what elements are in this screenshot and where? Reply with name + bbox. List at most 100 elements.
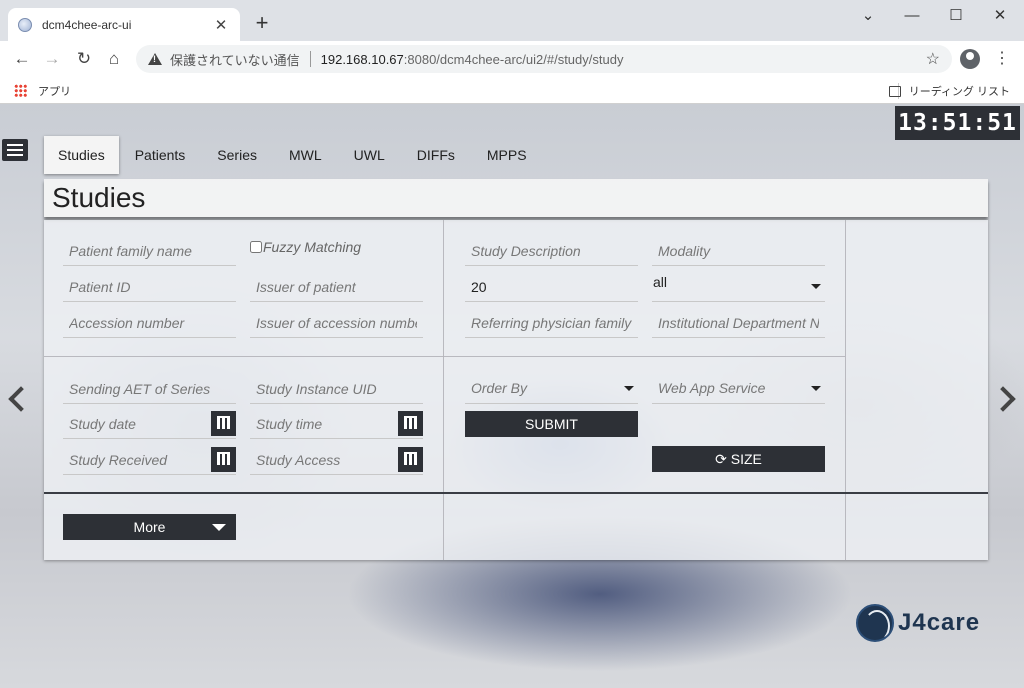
more-button[interactable]: More xyxy=(63,514,236,540)
hamburger-menu-icon[interactable] xyxy=(2,139,28,161)
chevron-down-icon xyxy=(212,524,226,531)
patient-id-input[interactable] xyxy=(63,272,236,301)
web-app-service-select[interactable]: Web App Service xyxy=(652,374,825,404)
accession-number-input[interactable] xyxy=(63,308,236,337)
filter-panel: Fuzzy Matching all xyxy=(44,220,988,560)
study-instance-uid-field xyxy=(250,374,423,404)
url-path: :8080/dcm4chee-arc/ui2/#/study/study xyxy=(403,51,624,67)
bookmarks-bar: アプリ リーディング リスト xyxy=(0,77,1024,104)
calendar-icon[interactable] xyxy=(398,447,423,472)
tab-mpps[interactable]: MPPS xyxy=(471,136,543,174)
study-access-field xyxy=(250,445,423,475)
chevron-down-icon xyxy=(811,284,821,289)
divider xyxy=(44,492,988,494)
tab-diffs[interactable]: DIFFs xyxy=(401,136,471,174)
new-tab-button[interactable]: + xyxy=(252,12,272,34)
patient-family-name-field xyxy=(63,236,236,266)
bookmark-star-icon[interactable]: ☆ xyxy=(926,49,940,69)
study-received-field xyxy=(63,445,236,475)
fuzzy-matching[interactable]: Fuzzy Matching xyxy=(250,239,361,255)
issuer-of-accession-input[interactable] xyxy=(250,308,423,337)
issuer-of-accession-field xyxy=(250,308,423,338)
tab-title: dcm4chee-arc-ui xyxy=(42,17,132,32)
issuer-of-patient-input[interactable] xyxy=(250,272,423,301)
security-label: 保護されていない通信 xyxy=(170,52,300,68)
close-window-button[interactable]: ✕ xyxy=(980,4,1020,28)
reload-icon[interactable]: ↻ xyxy=(72,47,96,71)
order-by-select[interactable]: Order By xyxy=(465,374,638,404)
patient-family-name-input[interactable] xyxy=(63,236,236,265)
limit-input[interactable] xyxy=(465,272,638,301)
app-page: 13:51:51 Studies Patients Series MWL UWL… xyxy=(0,104,1024,688)
forward-arrow-icon[interactable]: → xyxy=(40,47,64,71)
browser-tab[interactable]: dcm4chee-arc-ui ✕ xyxy=(8,8,240,41)
all-select[interactable]: all xyxy=(652,272,825,302)
back-arrow-icon[interactable]: ← xyxy=(10,47,34,71)
divider xyxy=(309,51,311,67)
profile-icon[interactable] xyxy=(960,49,980,69)
limit-field xyxy=(465,272,638,302)
study-date-field xyxy=(63,409,236,439)
tab-series[interactable]: Series xyxy=(201,136,273,174)
reading-list-icon xyxy=(888,85,901,97)
refresh-icon: ⟳ xyxy=(715,450,727,467)
institutional-department-input[interactable] xyxy=(652,308,825,337)
study-description-input[interactable] xyxy=(465,236,638,265)
browser-toolbar: ← → ↻ ⌂ 保護されていない通信 192.168.10.67 :8080/d… xyxy=(0,41,1024,77)
referring-physician-field xyxy=(465,308,638,338)
modality-field xyxy=(652,236,825,266)
reading-list-button[interactable]: リーディング リスト xyxy=(888,83,1010,99)
calendar-icon[interactable] xyxy=(211,411,236,436)
address-bar[interactable]: 保護されていない通信 192.168.10.67 :8080/dcm4chee-… xyxy=(136,45,952,73)
next-arrow-icon[interactable] xyxy=(996,384,1014,414)
submit-button[interactable]: SUBMIT xyxy=(465,411,638,437)
study-time-field xyxy=(250,409,423,439)
accession-number-field xyxy=(63,308,236,338)
home-icon[interactable]: ⌂ xyxy=(102,47,126,71)
divider xyxy=(44,356,845,357)
globe-icon xyxy=(18,17,32,32)
study-instance-uid-input[interactable] xyxy=(250,374,423,403)
browser-tabstrip: dcm4chee-arc-ui ✕ + ⌄ — ☐ ✕ xyxy=(0,0,1024,41)
calendar-icon[interactable] xyxy=(398,411,423,436)
browser-menu-icon[interactable]: ⋮ xyxy=(992,47,1012,71)
modality-input[interactable] xyxy=(652,236,825,265)
page-title-bar: Studies xyxy=(44,179,988,217)
size-button[interactable]: ⟳ SIZE xyxy=(652,446,825,472)
clock: 13:51:51 xyxy=(895,106,1020,140)
tab-studies[interactable]: Studies xyxy=(44,136,119,174)
fuzzy-matching-label: Fuzzy Matching xyxy=(263,239,362,255)
previous-arrow-icon[interactable] xyxy=(6,384,24,414)
bookmark-apps[interactable]: アプリ xyxy=(38,83,71,99)
tab-uwl[interactable]: UWL xyxy=(338,136,401,174)
tab-mwl[interactable]: MWL xyxy=(273,136,338,174)
all-select-value: all xyxy=(653,274,668,290)
close-tab-icon[interactable]: ✕ xyxy=(212,16,230,34)
divider xyxy=(845,220,846,560)
tab-patients[interactable]: Patients xyxy=(119,136,202,174)
sending-aet-field xyxy=(63,374,236,404)
tab-search-icon[interactable]: ⌄ xyxy=(848,4,888,28)
patient-id-field xyxy=(63,272,236,302)
order-by-label: Order By xyxy=(471,380,528,396)
logo-text: J4care xyxy=(898,609,981,636)
chevron-down-icon xyxy=(811,386,821,391)
referring-physician-input[interactable] xyxy=(465,308,638,337)
maximize-button[interactable]: ☐ xyxy=(936,4,976,28)
study-description-field xyxy=(465,236,638,266)
minimize-button[interactable]: — xyxy=(892,4,932,28)
globe-logo-icon xyxy=(856,604,894,642)
reading-list-label: リーディング リスト xyxy=(908,86,1010,98)
apps-grid-icon[interactable] xyxy=(14,84,27,97)
issuer-of-patient-field xyxy=(250,272,423,302)
more-button-label: More xyxy=(133,519,166,535)
main-nav-tabs: Studies Patients Series MWL UWL DIFFs MP… xyxy=(44,136,543,174)
institutional-department-field xyxy=(652,308,825,338)
calendar-icon[interactable] xyxy=(211,447,236,472)
j4care-logo: J4care xyxy=(856,604,980,642)
warning-icon xyxy=(148,53,162,65)
size-button-label: SIZE xyxy=(730,450,762,467)
fuzzy-matching-checkbox[interactable] xyxy=(250,241,262,253)
chevron-down-icon xyxy=(624,386,634,391)
sending-aet-input[interactable] xyxy=(63,374,236,403)
